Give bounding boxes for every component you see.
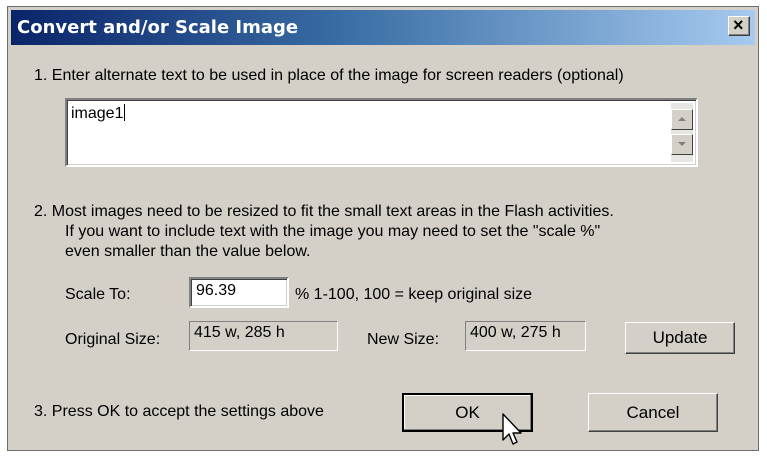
step2-line1: 2. Most images need to be resized to fit… (34, 203, 614, 220)
close-button[interactable]: × (728, 15, 750, 36)
arrow-up-icon (678, 117, 686, 121)
arrow-down-icon (678, 142, 686, 146)
new-size-label: New Size: (367, 331, 440, 348)
step2-line3: even smaller than the value below. (65, 243, 311, 260)
update-button[interactable]: Update (625, 322, 735, 354)
close-icon: × (733, 15, 744, 35)
scroll-up-button[interactable] (671, 109, 693, 130)
step1-label: 1. Enter alternate text to be used in pl… (34, 67, 624, 84)
title-bar[interactable]: Convert and/or Scale Image × (11, 10, 755, 45)
scroll-down-button[interactable] (671, 134, 693, 155)
scale-value: 96.39 (196, 282, 237, 299)
dialog-title: Convert and/or Scale Image (17, 17, 299, 38)
new-size-value: 400 w, 275 h (470, 324, 561, 341)
step3-label: 3. Press OK to accept the settings above (34, 403, 324, 420)
alt-text-value: image1 (71, 105, 124, 122)
new-size-field: 400 w, 275 h (465, 321, 586, 351)
scale-to-label: Scale To: (65, 286, 131, 303)
text-caret (124, 104, 126, 121)
alt-text-scrollbar[interactable] (671, 103, 693, 162)
step2-line2: If you want to include text with the ima… (65, 223, 601, 240)
original-size-value: 415 w, 285 h (194, 324, 285, 341)
original-size-label: Original Size: (65, 331, 161, 348)
scale-input[interactable]: 96.39 (189, 277, 289, 308)
convert-scale-dialog: Convert and/or Scale Image × 1. Enter al… (7, 6, 759, 451)
original-size-field: 415 w, 285 h (189, 321, 338, 351)
cancel-button[interactable]: Cancel (588, 393, 718, 432)
mouse-cursor-icon (502, 413, 522, 445)
alt-text-area[interactable]: image1 (65, 98, 698, 167)
scale-hint: % 1-100, 100 = keep original size (295, 286, 533, 303)
